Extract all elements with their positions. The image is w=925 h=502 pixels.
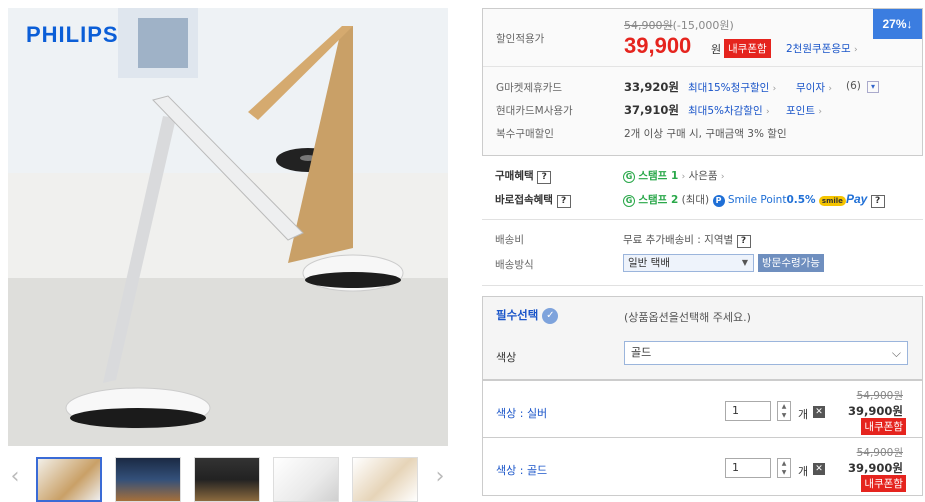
card-label: G마켓제휴카드 bbox=[496, 82, 563, 94]
remove-option-icon[interactable]: ✕ bbox=[813, 406, 825, 418]
gmarket-stamp-icon: G bbox=[623, 171, 635, 183]
thumbnail-item[interactable] bbox=[352, 457, 418, 502]
card-price: 37,910원 bbox=[624, 103, 679, 117]
thumbnail-item[interactable] bbox=[273, 457, 339, 502]
shipping-section: 배송비 무료 추가배송비 : 지역별 ? 배송방식 일반 택배 ▼ 방문수령가능 bbox=[482, 220, 923, 286]
purchase-benefit-value[interactable]: G 스탬프 1 › 사은품 › bbox=[623, 168, 725, 183]
card-price: 33,920원 bbox=[624, 80, 679, 94]
quantity-unit: 개 bbox=[798, 408, 809, 421]
gmarket-stamp-icon: G bbox=[623, 195, 635, 207]
coupon-apply-link[interactable]: 2천원쿠폰응모 › bbox=[786, 41, 858, 56]
thumbnail-item[interactable] bbox=[115, 457, 181, 502]
visit-pickup-badge: 방문수령가능 bbox=[758, 254, 824, 272]
interest-free-link[interactable]: 무이자 › bbox=[796, 80, 832, 95]
multi-buy-label: 복수구매할인 bbox=[496, 128, 554, 140]
remove-option-icon[interactable]: ✕ bbox=[813, 463, 825, 475]
direct-benefit-label: 바로접속혜택 ? bbox=[495, 192, 571, 208]
installment-dropdown-icon[interactable]: ▾ bbox=[867, 81, 879, 93]
multi-buy-text: 2개 이상 구매 시, 구매금액 3% 할인 bbox=[624, 128, 787, 140]
shipping-method-label: 배송방식 bbox=[495, 259, 534, 271]
option-original-price: 54,900원 bbox=[856, 390, 903, 402]
help-icon[interactable]: ? bbox=[556, 195, 571, 208]
thumb-next-arrow-icon[interactable]: › bbox=[430, 464, 450, 489]
smile-pay-logo-icon: smile bbox=[818, 196, 846, 206]
help-icon[interactable]: ? bbox=[736, 235, 751, 248]
lamp-illustration bbox=[8, 8, 448, 446]
help-icon[interactable]: ? bbox=[870, 195, 885, 208]
color-label: 색상 bbox=[496, 351, 517, 364]
quantity-input[interactable]: 1 bbox=[725, 401, 771, 421]
option-price: 39,900원 bbox=[848, 404, 903, 418]
sale-price-unit: 원 bbox=[711, 43, 722, 56]
price-box: 할인적용가 54,900원(-15,000원) 39,900 원 내쿠폰함 2천… bbox=[482, 8, 923, 156]
brand-logo: PHILIPS bbox=[26, 22, 119, 47]
thumb-prev-arrow-icon[interactable]: ‹ bbox=[5, 464, 25, 489]
installment-count: (6) bbox=[846, 80, 861, 92]
selected-option-row: 색상 : 실버 1 ▲ ▼ 개 ✕ 54,900원 39,900원 내쿠폰함 bbox=[482, 380, 923, 438]
purchase-benefit-label: 구매혜택 ? bbox=[495, 168, 552, 184]
thumbnail-strip: ‹ › bbox=[0, 452, 460, 502]
benefits-section: 구매혜택 ? G 스탬프 1 › 사은품 › 바로접속혜택 ? G 스탬프 2 … bbox=[482, 160, 923, 220]
quantity-stepper[interactable]: ▲ ▼ bbox=[777, 458, 791, 478]
smile-point-icon: P bbox=[712, 195, 725, 207]
discount-price-label: 할인적용가 bbox=[496, 33, 545, 45]
point-link[interactable]: 포인트 › bbox=[786, 103, 822, 118]
card-label: 현대카드M사용가 bbox=[496, 105, 573, 117]
selected-option-row: 색상 : 골드 1 ▲ ▼ 개 ✕ 54,900원 39,900원 내쿠폰함 bbox=[482, 438, 923, 496]
shipping-method-select[interactable]: 일반 택배 ▼ bbox=[623, 254, 754, 272]
quantity-unit: 개 bbox=[798, 465, 809, 478]
card-discount-rows: G마켓제휴카드 33,920원 최대15%청구할인 › 무이자 › (6) ▾ … bbox=[483, 67, 922, 157]
thumbnail-item[interactable] bbox=[36, 457, 102, 502]
option-original-price: 54,900원 bbox=[856, 447, 903, 459]
discount-rate-badge: 27%↓ bbox=[873, 9, 922, 39]
product-info-panel: 할인적용가 54,900원(-15,000원) 39,900 원 내쿠폰함 2천… bbox=[482, 8, 923, 496]
required-select-title: 필수선택 ✓ bbox=[496, 307, 559, 324]
color-select[interactable]: 골드 ⌵ bbox=[624, 341, 908, 365]
product-main-image[interactable]: PHILIPS bbox=[8, 8, 448, 446]
chevron-down-icon: ⌵ bbox=[891, 346, 901, 360]
help-icon[interactable]: ? bbox=[537, 171, 552, 184]
quantity-input[interactable]: 1 bbox=[725, 458, 771, 478]
shipping-fee-label: 배송비 bbox=[495, 234, 524, 246]
original-price: 54,900원(-15,000원) bbox=[624, 19, 734, 32]
card-benefit-link[interactable]: 최대5%차감할인 › bbox=[688, 103, 770, 118]
option-name: 색상 : 실버 bbox=[496, 407, 548, 420]
quantity-stepper[interactable]: ▲ ▼ bbox=[777, 401, 791, 421]
required-option-box: 필수선택 ✓ (상품옵션을선택해 주세요.) 색상 골드 ⌵ bbox=[482, 296, 923, 380]
my-coupon-button[interactable]: 내쿠폰함 bbox=[861, 475, 906, 492]
required-hint: (상품옵션을선택해 주세요.) bbox=[624, 311, 751, 324]
my-coupon-button[interactable]: 내쿠폰함 bbox=[724, 39, 771, 58]
my-coupon-button[interactable]: 내쿠폰함 bbox=[861, 418, 906, 435]
sale-price: 39,900 bbox=[624, 33, 692, 58]
option-price: 39,900원 bbox=[848, 461, 903, 475]
direct-benefit-value[interactable]: G 스탬프 2 (최대) P Smile Point0.5% smile Pay … bbox=[623, 192, 885, 208]
card-benefit-link[interactable]: 최대15%청구할인 › bbox=[688, 80, 776, 95]
thumbnail-item[interactable] bbox=[194, 457, 260, 502]
dropdown-arrow-icon: ▼ bbox=[741, 258, 748, 267]
shipping-fee-value: 무료 추가배송비 : 지역별 ? bbox=[623, 232, 751, 248]
option-name: 색상 : 골드 bbox=[496, 464, 548, 477]
check-icon: ✓ bbox=[542, 307, 559, 324]
